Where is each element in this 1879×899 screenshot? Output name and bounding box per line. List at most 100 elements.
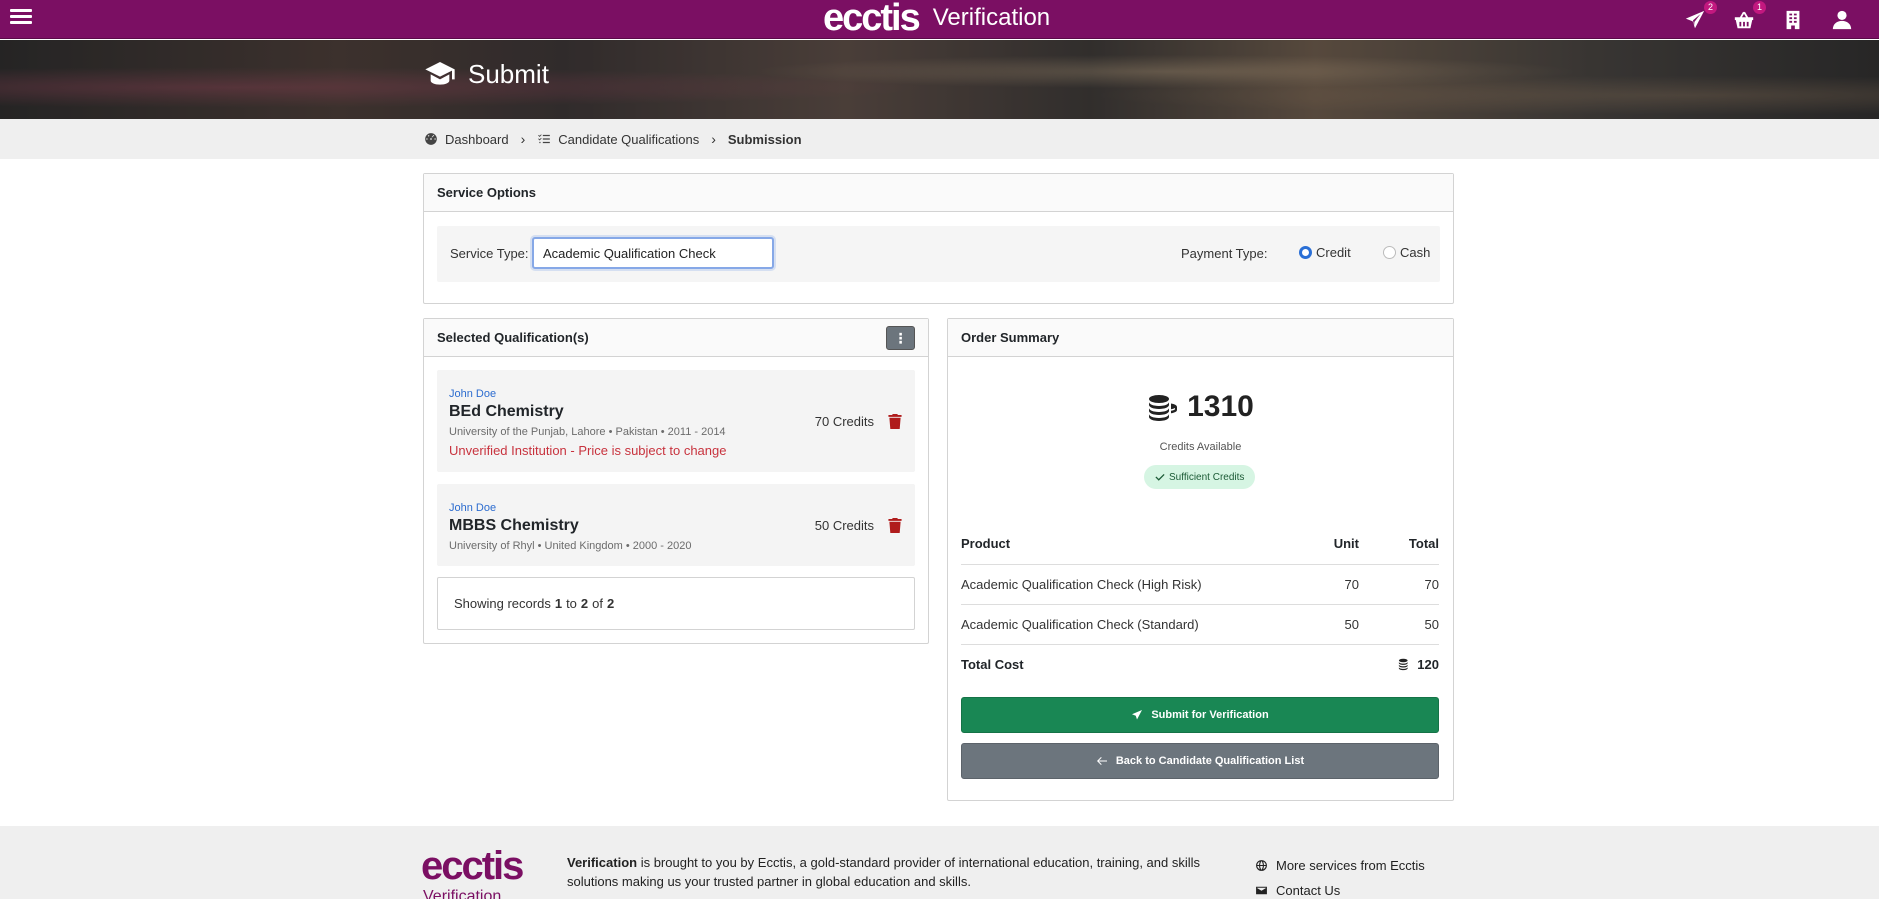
- total-cost-value: 120: [1417, 656, 1439, 672]
- records-info: Showing records 1 to 2 of 2: [437, 577, 915, 630]
- sufficient-credits-badge: Sufficient Credits: [1144, 465, 1256, 489]
- payment-cash-label: Cash: [1400, 245, 1431, 260]
- hero-title: Submit: [424, 58, 549, 90]
- col-product: Product: [961, 536, 1299, 565]
- globe-icon: [1256, 860, 1267, 871]
- qualification-card: John Doe MBBS Chemistry University of Rh…: [437, 484, 915, 566]
- payment-credit-radio[interactable]: Credit: [1299, 245, 1351, 260]
- graduation-cap-icon: [425, 62, 455, 85]
- page-title: Submit: [468, 58, 549, 89]
- envelope-icon: [1256, 886, 1267, 895]
- footer-description: Verification is brought to you by Ecctis…: [567, 853, 1227, 891]
- row-product: Academic Qualification Check (High Risk): [961, 564, 1299, 605]
- footer-logo: ecctis: [421, 844, 524, 888]
- row-unit: 70: [1299, 564, 1359, 605]
- submit-for-verification-button[interactable]: Submit for Verification: [961, 697, 1439, 733]
- row-total: 70: [1359, 564, 1439, 605]
- more-services-link[interactable]: More services from Ecctis: [1255, 853, 1425, 878]
- send-icon[interactable]: 2: [1683, 0, 1717, 32]
- breadcrumb-candidate-qualifications[interactable]: Candidate Qualifications: [537, 132, 699, 147]
- sufficient-credits-label: Sufficient Credits: [1169, 471, 1245, 483]
- row-unit: 50: [1299, 604, 1359, 645]
- more-services-label: More services from Ecctis: [1276, 858, 1425, 873]
- order-summary-panel: Order Summary 1310 Credits Available Suf…: [947, 318, 1454, 801]
- trash-icon[interactable]: [888, 518, 902, 533]
- selected-qualifications-heading: Selected Qualification(s) ⋮: [424, 319, 928, 357]
- submit-button-label: Submit for Verification: [1151, 709, 1269, 721]
- records-of-word: of: [592, 596, 603, 611]
- service-options-row: Service Type: Payment Type: Credit Cash: [437, 226, 1440, 282]
- breadcrumb-dashboard[interactable]: Dashboard: [424, 132, 509, 147]
- kebab-icon: ⋮: [893, 330, 908, 346]
- qualification-title: BEd Chemistry: [449, 403, 564, 420]
- dashboard-gauge-icon: [425, 133, 437, 145]
- coins-icon: [1149, 395, 1178, 421]
- col-total: Total: [1359, 536, 1439, 565]
- qualification-meta: University of Rhyl • United Kingdom • 20…: [449, 540, 692, 552]
- selected-qualifications-title: Selected Qualification(s): [437, 330, 589, 345]
- col-unit: Unit: [1299, 536, 1359, 565]
- breadcrumb-dashboard-label: Dashboard: [445, 131, 509, 147]
- table-row: Academic Qualification Check (Standard) …: [961, 604, 1439, 645]
- service-type-label: Service Type:: [450, 246, 529, 261]
- qualification-meta: University of the Punjab, Lahore • Pakis…: [449, 426, 726, 438]
- footer-links: More services from Ecctis Contact Us: [1255, 853, 1425, 899]
- top-icons: 2 1: [1683, 0, 1879, 39]
- contact-us-link[interactable]: Contact Us: [1255, 878, 1425, 899]
- top-navbar: ecctis Verification 2 1: [0, 0, 1879, 39]
- records-to: 2: [580, 596, 589, 611]
- radio-dot: [1383, 246, 1396, 259]
- total-cost-cell: 120: [1359, 644, 1439, 684]
- records-total: 2: [606, 596, 615, 611]
- service-type-input[interactable]: [532, 237, 774, 269]
- candidate-name-link[interactable]: John Doe: [449, 388, 496, 400]
- unverified-warning: Unverified Institution - Price is subjec…: [449, 443, 727, 458]
- order-summary-heading: Order Summary: [948, 319, 1453, 357]
- candidate-name-link[interactable]: John Doe: [449, 502, 496, 514]
- user-icon[interactable]: [1830, 8, 1854, 32]
- more-options-button[interactable]: ⋮: [886, 326, 915, 350]
- menu-hamburger-icon[interactable]: [10, 6, 32, 28]
- breadcrumb-current-label: Submission: [727, 131, 802, 147]
- credits-available-label: Credits Available: [1159, 441, 1242, 453]
- footer-brand-word: Verification: [567, 855, 638, 870]
- breadcrumb-submission: Submission: [728, 132, 802, 147]
- check-icon: [1155, 474, 1165, 481]
- building-icon[interactable]: [1781, 8, 1805, 32]
- brand[interactable]: ecctis Verification: [823, 0, 1050, 37]
- records-to-word: to: [566, 596, 577, 611]
- payment-type-label: Payment Type:: [1181, 246, 1268, 261]
- qualification-card: John Doe BEd Chemistry University of the…: [437, 370, 915, 472]
- back-button-label: Back to Candidate Qualification List: [1115, 755, 1305, 767]
- brand-title: Verification: [932, 3, 1051, 31]
- radio-dot: [1299, 246, 1312, 259]
- list-check-icon: [538, 134, 551, 144]
- back-to-list-button[interactable]: Back to Candidate Qualification List: [961, 743, 1439, 779]
- qualification-credits: 70 Credits: [814, 414, 874, 429]
- coins-icon: [1399, 659, 1408, 671]
- hero-banner: Submit: [0, 40, 1879, 119]
- credits-available-value: 1310: [1187, 390, 1254, 423]
- row-total: 50: [1359, 604, 1439, 645]
- service-options-heading: Service Options: [424, 174, 1453, 212]
- chevron-right-icon: ›: [711, 131, 716, 147]
- records-prefix: Showing records: [454, 596, 551, 611]
- basket-badge: 1: [1753, 0, 1766, 14]
- basket-icon[interactable]: 1: [1732, 0, 1766, 32]
- qualification-title: MBBS Chemistry: [449, 517, 579, 534]
- footer-text: is brought to you by Ecctis, a gold-stan…: [567, 855, 1201, 889]
- table-row: Academic Qualification Check (High Risk)…: [961, 564, 1439, 605]
- arrow-left-icon: [1096, 757, 1107, 765]
- brand-logo: ecctis: [823, 0, 921, 39]
- contact-us-label: Contact Us: [1276, 883, 1341, 898]
- breadcrumb: Dashboard › Candidate Qualifications › S…: [424, 131, 802, 147]
- send-badge: 2: [1704, 0, 1717, 14]
- qualification-credits: 50 Credits: [814, 518, 874, 533]
- total-row: Total Cost 120: [961, 644, 1439, 684]
- trash-icon[interactable]: [888, 414, 902, 429]
- selected-qualifications-panel: Selected Qualification(s) ⋮ John Doe BEd…: [423, 318, 929, 644]
- breadcrumb-bar: Dashboard › Candidate Qualifications › S…: [0, 119, 1879, 159]
- payment-cash-radio[interactable]: Cash: [1383, 245, 1430, 260]
- order-table: Product Unit Total Academic Qualificatio…: [961, 536, 1439, 684]
- row-product: Academic Qualification Check (Standard): [961, 604, 1299, 645]
